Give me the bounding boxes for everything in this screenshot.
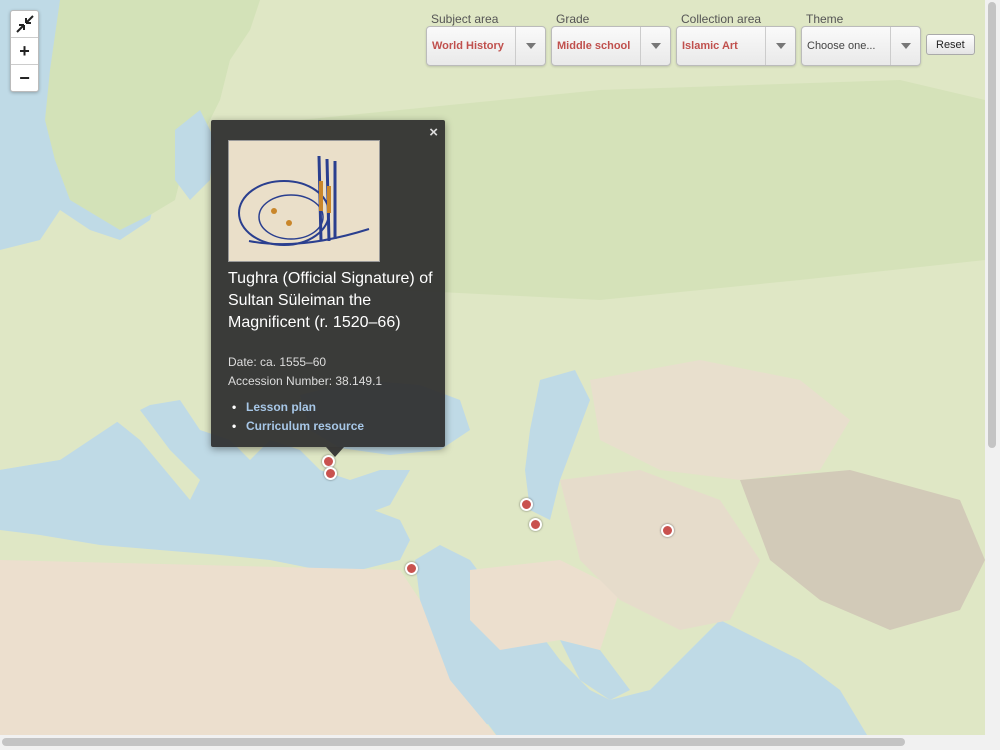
horizontal-scrollbar[interactable] [0,735,1000,750]
map-marker[interactable] [661,524,674,537]
chevron-down-icon [515,27,545,65]
theme-select[interactable]: Choose one... [801,26,921,66]
chevron-down-icon [890,27,920,65]
filter-label: Theme [806,12,844,26]
chevron-down-icon [765,27,795,65]
fullscreen-toggle-button[interactable] [11,11,38,38]
filter-subject-area: Subject area World History [426,12,546,66]
filter-theme: Theme Choose one... [801,12,921,66]
map-canvas[interactable] [0,0,1000,750]
horizontal-scroll-thumb[interactable] [2,738,905,746]
resource-links: Lesson plan Curriculum resource [228,398,364,436]
filter-bar: Subject area World History Grade Middle … [426,12,975,66]
subject-area-select[interactable]: World History [426,26,546,66]
filter-grade: Grade Middle school [551,12,671,66]
select-value: Islamic Art [682,40,738,52]
filter-label: Collection area [681,12,762,26]
artwork-popup: × Tughra (Official Signature) of Sultan … [211,120,445,447]
vertical-scroll-thumb[interactable] [988,2,996,448]
curriculum-resource-link[interactable]: Curriculum resource [228,417,364,436]
zoom-controls: + − [10,10,39,92]
collapse-arrows-icon [15,15,34,33]
chevron-down-icon [640,27,670,65]
filter-label: Subject area [431,12,499,26]
artwork-thumbnail[interactable] [228,140,380,262]
close-icon[interactable]: × [429,124,438,141]
filter-label: Grade [556,12,590,26]
lesson-plan-link[interactable]: Lesson plan [228,398,364,417]
zoom-in-button[interactable]: + [11,38,38,65]
zoom-out-button[interactable]: − [11,65,38,91]
artwork-title: Tughra (Official Signature) of Sultan Sü… [228,270,433,331]
select-value: World History [432,40,504,52]
reset-button[interactable]: Reset [926,34,975,55]
select-value: Choose one... [807,40,876,52]
select-value: Middle school [557,40,631,52]
filter-collection-area: Collection area Islamic Art [676,12,796,66]
map-marker[interactable] [405,562,418,575]
artwork-metadata: Date: ca. 1555–60 Accession Number: 38.1… [228,353,382,391]
map-marker[interactable] [324,467,337,480]
collection-area-select[interactable]: Islamic Art [676,26,796,66]
grade-select[interactable]: Middle school [551,26,671,66]
popup-pointer [326,447,344,457]
vertical-scrollbar[interactable] [985,0,1000,735]
artwork-accession-number: Accession Number: 38.149.1 [228,374,383,388]
artwork-date: Date: ca. 1555–60 [228,355,327,369]
map-marker[interactable] [529,518,542,531]
map-marker[interactable] [520,498,533,511]
